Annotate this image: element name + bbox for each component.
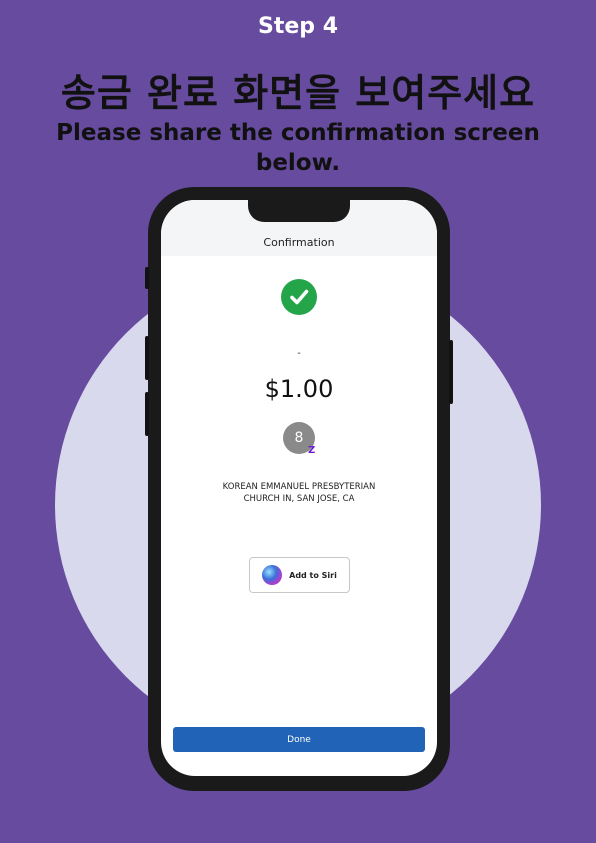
siri-icon (262, 565, 283, 585)
phone-side-button (145, 267, 149, 289)
recipient-name: KOREAN EMMANUEL PRESBYTERIAN CHURCH IN, … (181, 481, 417, 505)
korean-title: 송금 완료 화면을 보여주세요 (60, 71, 536, 115)
screen-title: Confirmation (263, 236, 335, 249)
done-label: Done (287, 734, 311, 745)
step-label: Step 4 (258, 14, 338, 39)
memo-dash: - (297, 348, 301, 359)
checkmark-icon (281, 279, 317, 315)
english-instruction: Please share the confirmation screen bel… (56, 120, 540, 176)
done-button[interactable]: Done (173, 727, 425, 752)
phone-screen: Confirmation - $1.00 8 Z KOREAN EMMANUEL… (161, 200, 437, 776)
zelle-icon: Z (308, 445, 316, 456)
recipient-line-2: CHURCH IN, SAN JOSE, CA (243, 494, 355, 504)
recipient-line-1: KOREAN EMMANUEL PRESBYTERIAN (222, 482, 376, 492)
avatar-initial: 8 (294, 430, 304, 446)
siri-label: Add to Siri (289, 570, 337, 580)
phone-volume-down (145, 392, 149, 436)
home-area (161, 756, 437, 776)
add-to-siri-button[interactable]: Add to Siri (249, 557, 350, 593)
phone-power-button (449, 340, 453, 404)
phone-volume-up (145, 336, 149, 380)
phone-notch (248, 194, 350, 222)
amount: $1.00 (264, 375, 334, 403)
